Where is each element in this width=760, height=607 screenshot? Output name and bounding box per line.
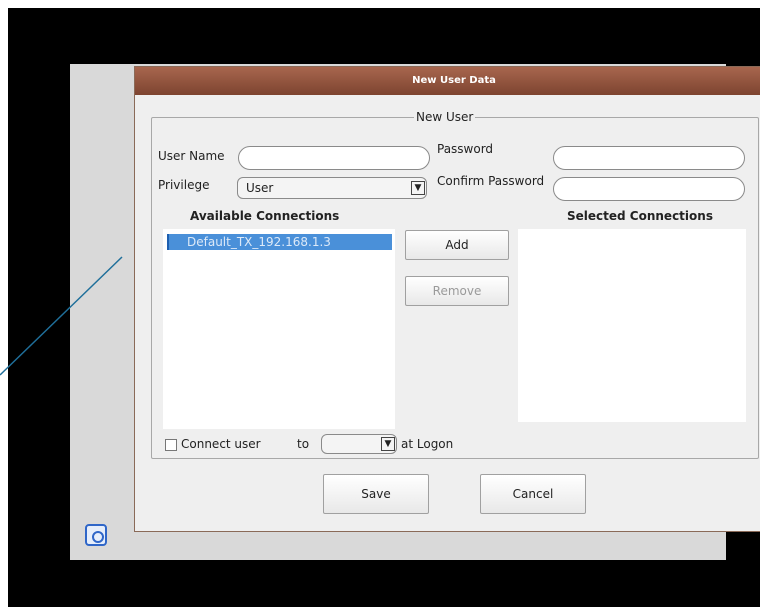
- chevron-down-icon[interactable]: ▼: [381, 437, 395, 451]
- new-user-dialog: New User Data New User User Name Passwor…: [134, 66, 760, 532]
- group-legend: New User: [414, 110, 476, 124]
- password-label: Password: [437, 142, 494, 156]
- dialog-title: New User Data: [135, 67, 760, 95]
- cancel-button[interactable]: Cancel: [480, 474, 586, 514]
- screen: New User Data New User User Name Passwor…: [8, 8, 760, 607]
- save-button[interactable]: Save: [323, 474, 429, 514]
- connect-user-checkbox[interactable]: [165, 439, 177, 451]
- to-label: to: [297, 437, 310, 451]
- list-item[interactable]: Default_TX_192.168.1.3: [167, 234, 392, 250]
- user-name-field[interactable]: [238, 146, 430, 170]
- privilege-label: Privilege: [158, 178, 210, 192]
- privilege-value: User: [246, 181, 274, 195]
- privilege-select[interactable]: User ▼: [237, 177, 427, 199]
- confirm-password-field[interactable]: [553, 177, 745, 201]
- selected-connections-list[interactable]: [518, 229, 746, 422]
- desktop-area: New User Data New User User Name Passwor…: [70, 64, 760, 560]
- password-field[interactable]: [553, 146, 745, 170]
- add-button[interactable]: Add: [405, 230, 509, 260]
- connect-user-label: Connect user: [181, 437, 261, 451]
- available-connections-header: Available Connections: [190, 209, 340, 223]
- available-connections-list[interactable]: Default_TX_192.168.1.3: [163, 229, 395, 429]
- chevron-down-icon[interactable]: ▼: [411, 181, 425, 195]
- remove-button[interactable]: Remove: [405, 276, 509, 306]
- at-logon-label: at Logon: [401, 437, 454, 451]
- connect-target-select[interactable]: ▼: [321, 434, 397, 454]
- selected-connections-header: Selected Connections: [567, 209, 713, 223]
- confirm-password-label: Confirm Password: [437, 174, 545, 188]
- user-name-label: User Name: [158, 149, 225, 163]
- power-icon[interactable]: [85, 524, 107, 546]
